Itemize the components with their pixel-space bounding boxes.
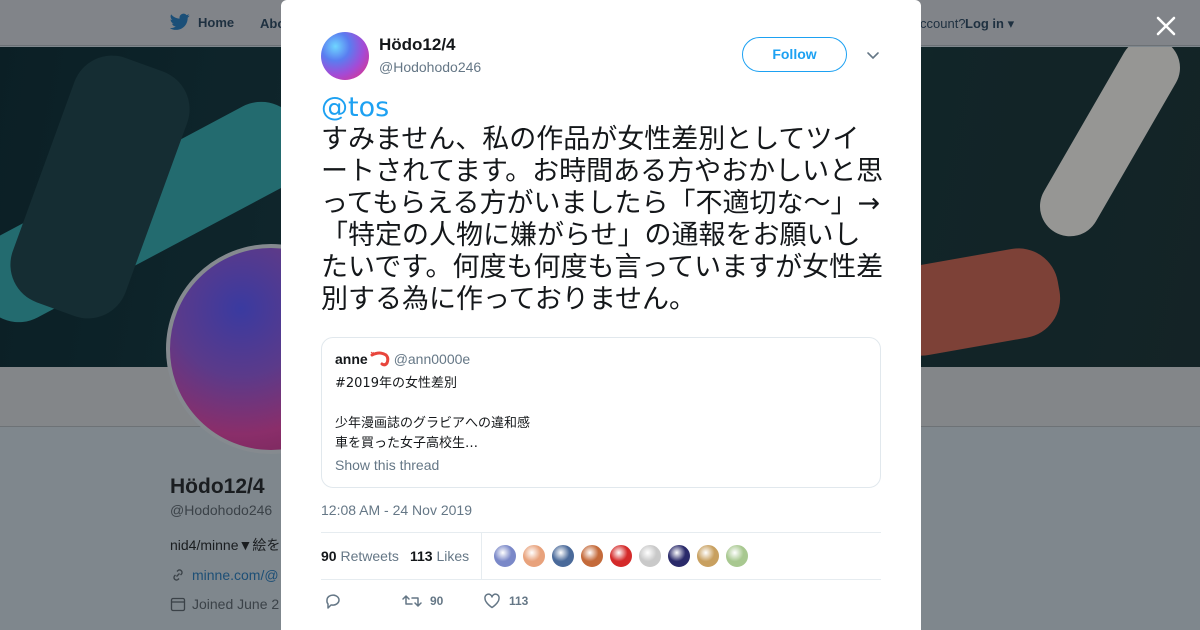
link-icon [173, 569, 183, 581]
retweets-label: Retweets [340, 548, 399, 564]
chevron-down-icon[interactable] [865, 47, 881, 63]
quoted-tweet[interactable]: anne @ann0000e #2019年の女性差別 少年漫画誌のグラビアへの違… [321, 337, 881, 488]
close-icon[interactable] [1152, 12, 1180, 40]
tweet-modal: Hödo12/4 @Hodohodo246 Follow @tos すみません、… [281, 0, 921, 630]
like-action-count: 113 [509, 594, 529, 608]
profile-bio: nid4/minne▼絵を [170, 537, 281, 553]
nav-account-text: ccount? [920, 16, 966, 31]
liker-avatar[interactable] [551, 544, 575, 568]
liker-avatar[interactable] [493, 544, 517, 568]
liker-avatar[interactable] [696, 544, 720, 568]
quoted-tweet-text: #2019年の女性差別 少年漫画誌のグラビアへの違和感 車を買った女子高校生… [335, 376, 531, 451]
nav-login-label: Log in [965, 16, 1004, 31]
likes-stat[interactable]: 113 Likes [410, 548, 469, 564]
like-button[interactable]: 113 [483, 592, 528, 610]
calendar-icon [170, 597, 186, 612]
liker-avatar[interactable] [638, 544, 662, 568]
retweet-button[interactable]: 90 [402, 592, 443, 610]
quoted-tweet-header: anne @ann0000e [335, 351, 470, 367]
quoted-author-name: anne [335, 351, 368, 367]
reply-button[interactable] [324, 592, 342, 610]
likes-count: 113 [410, 548, 433, 564]
profile-joined: Joined June 2 [170, 596, 279, 612]
profile-name: Hödo12/4 [170, 475, 265, 498]
profile-website-link[interactable]: minne.com/@ [170, 567, 279, 583]
retweet-action-count: 90 [430, 594, 444, 608]
retweets-count: 90 [321, 548, 337, 564]
liker-avatar[interactable] [580, 544, 604, 568]
author-avatar[interactable] [321, 32, 369, 80]
follow-button[interactable]: Follow [742, 37, 847, 72]
liker-avatar[interactable] [667, 544, 691, 568]
retweet-icon [402, 595, 422, 607]
tweet-body: すみません、私の作品が女性差別としてツイートされてます。お時間ある方やおかしいと… [321, 124, 884, 315]
tweet-actions: 90 113 [321, 588, 881, 616]
author-name[interactable]: Hödo12/4 [379, 35, 456, 55]
liker-avatar[interactable] [725, 544, 749, 568]
tweet-stats: 90 Retweets 113 Likes [321, 532, 881, 580]
show-thread-link[interactable]: Show this thread [335, 457, 439, 473]
shrimp-emoji-icon [370, 351, 389, 367]
tweet-text: @tos すみません、私の作品が女性差別としてツイートされてます。お時間ある方や… [321, 92, 886, 316]
profile-handle: @Hodohodo246 [170, 502, 273, 518]
tweet-mention-link[interactable]: @tos [321, 92, 886, 124]
liker-avatars [493, 544, 749, 568]
reply-icon [326, 594, 340, 609]
stats-divider [481, 533, 482, 580]
nav-login-link[interactable]: Log in ▾ [965, 16, 1014, 32]
likes-label: Likes [436, 548, 470, 564]
retweets-stat[interactable]: 90 Retweets [321, 548, 399, 564]
twitter-bird-icon [170, 13, 190, 30]
tweet-timestamp[interactable]: 12:08 AM - 24 Nov 2019 [321, 502, 472, 518]
quoted-author-handle: @ann0000e [393, 351, 471, 367]
nav-home-label: Home [198, 14, 235, 30]
liker-avatar[interactable] [609, 544, 633, 568]
author-handle[interactable]: @Hodohodo246 [379, 59, 481, 75]
profile-website-text: minne.com/@ [192, 567, 279, 583]
nav-home-link[interactable]: Home [170, 13, 234, 31]
profile-joined-text: Joined June 2 [192, 596, 280, 612]
liker-avatar[interactable] [522, 544, 546, 568]
heart-icon [484, 593, 500, 609]
